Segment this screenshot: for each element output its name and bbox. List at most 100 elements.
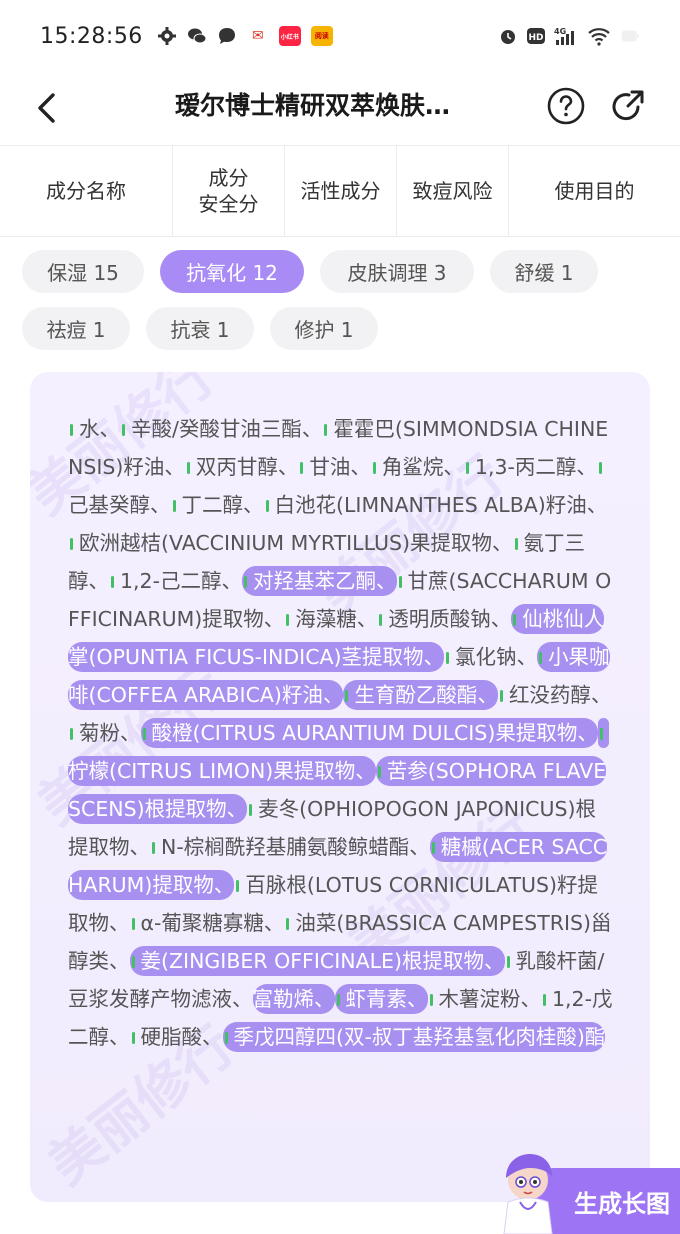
app-icon-reader: 阅读 bbox=[310, 26, 333, 46]
ingredient-item[interactable]: 海藻糖、 bbox=[284, 607, 377, 631]
safety-dot-icon bbox=[300, 462, 304, 474]
ingredient-item[interactable]: 硬脂酸、 bbox=[130, 1025, 223, 1049]
chip-soothing[interactable]: 舒缓 1 bbox=[490, 250, 598, 293]
ingredient-item[interactable]: 角鲨烷、 bbox=[371, 455, 464, 479]
ingredient-item[interactable]: 姜(ZINGIBER OFFICINALE)根提取物、 bbox=[129, 946, 505, 976]
separator: 、 bbox=[490, 607, 512, 631]
safety-dot-icon bbox=[131, 1032, 135, 1044]
ingredient-name: 硬脂酸 bbox=[140, 1025, 203, 1049]
safety-dot-icon bbox=[465, 462, 469, 474]
column-safety-score[interactable]: 成分 安全分 bbox=[173, 146, 285, 236]
ingredient-item[interactable]: 对羟基苯乙酮、 bbox=[242, 566, 397, 596]
ingredient-name: 角鲨烷 bbox=[381, 455, 444, 479]
ingredient-name: 酸橙(CITRUS AURANTIUM DULCIS)果提取物 bbox=[151, 721, 578, 745]
safety-dot-icon bbox=[286, 614, 290, 626]
safety-dot-icon bbox=[543, 994, 546, 1006]
separator: 、 bbox=[576, 455, 597, 479]
chip-acne[interactable]: 祛痘 1 bbox=[22, 307, 130, 350]
help-button[interactable] bbox=[546, 86, 586, 126]
chip-skin-conditioning[interactable]: 皮肤调理 3 bbox=[320, 250, 474, 293]
ingredient-item[interactable]: 1,3-丙二醇、 bbox=[464, 455, 597, 479]
chip-antioxidant[interactable]: 抗氧化 12 bbox=[160, 250, 304, 293]
chip-anti-aging[interactable]: 抗衰 1 bbox=[146, 307, 254, 350]
ingredient-item[interactable]: 欧洲越桔(VACCINIUM MYRTILLUS)果提取物、 bbox=[68, 531, 513, 555]
ingredient-item[interactable]: 虾青素、 bbox=[334, 984, 428, 1014]
separator: 、 bbox=[263, 607, 285, 631]
ingredient-name: 己基癸醇 bbox=[68, 493, 150, 517]
column-ingredient-name[interactable]: 成分名称 bbox=[0, 146, 173, 236]
separator: 、 bbox=[277, 455, 299, 479]
safety-dot-icon bbox=[265, 500, 269, 512]
ingredient-item[interactable]: 甘油、 bbox=[298, 455, 371, 479]
separator: 、 bbox=[477, 683, 498, 707]
ingredient-item[interactable]: α-葡聚糖寡糖、 bbox=[130, 911, 284, 935]
gear-icon bbox=[157, 27, 176, 45]
safety-dot-icon bbox=[336, 994, 340, 1006]
ingredient-name: 1,3-丙二醇 bbox=[474, 455, 577, 479]
separator: 、 bbox=[376, 569, 397, 593]
ingredient-list: 水、 辛酸/癸酸甘油三酯、 霍霍巴(SIMMONDSIA CHINENSIS)籽油、… bbox=[68, 410, 616, 1056]
column-purpose[interactable]: 使用目的 bbox=[509, 146, 680, 236]
ingredient-item[interactable]: 季戊四醇四(双-叔丁基羟基氢化肉桂酸)酯 bbox=[222, 1022, 606, 1052]
safety-dot-icon bbox=[70, 728, 73, 740]
share-icon bbox=[612, 90, 644, 121]
ingredient-item[interactable]: 丁二醇、 bbox=[171, 493, 264, 517]
ingredient-item[interactable]: 氯化钠、 bbox=[444, 645, 537, 669]
safety-dot-icon bbox=[324, 424, 328, 436]
ingredient-name: 透明质酸钠 bbox=[388, 607, 491, 631]
generate-long-image-button[interactable]: 生成长图 bbox=[490, 1150, 680, 1234]
alarm-icon bbox=[501, 30, 515, 44]
back-button[interactable] bbox=[26, 86, 66, 130]
ingredient-name: 水 bbox=[79, 417, 100, 441]
ingredient-name: 白池花(LIMNANTHES ALBA)籽油 bbox=[274, 493, 587, 517]
safety-dot-icon bbox=[431, 842, 435, 854]
wechat-icon bbox=[187, 28, 207, 44]
ingredient-item[interactable]: 白池花(LIMNANTHES ALBA)籽油、 bbox=[264, 493, 607, 517]
separator: 、 bbox=[356, 607, 378, 631]
ingredient-item[interactable]: 生育酚乙酸酯、 bbox=[343, 680, 498, 710]
ingredient-name: 丁二醇 bbox=[181, 493, 244, 517]
ingredient-item[interactable]: 1,2-己二醇、 bbox=[109, 569, 242, 593]
ingredient-item[interactable]: 菊粉、 bbox=[68, 721, 141, 745]
safety-dot-icon bbox=[506, 956, 510, 968]
safety-dot-icon bbox=[379, 614, 383, 626]
safety-dot-icon bbox=[539, 652, 543, 664]
separator: 、 bbox=[150, 493, 171, 517]
separator: 、 bbox=[355, 759, 376, 783]
ingredient-name: 双丙甘醇 bbox=[195, 455, 278, 479]
ingredient-item[interactable]: 透明质酸钠、 bbox=[377, 607, 511, 631]
ingredient-name: 欧洲越桔(VACCINIUM MYRTILLUS)果提取物 bbox=[79, 531, 493, 555]
column-header-row: 成分名称 成分 安全分 活性成分 致痘风险 使用目的 bbox=[0, 145, 680, 237]
column-acne-risk[interactable]: 致痘风险 bbox=[397, 146, 509, 236]
ingredient-item[interactable]: 双丙甘醇、 bbox=[185, 455, 299, 479]
chip-repair[interactable]: 修护 1 bbox=[270, 307, 378, 350]
separator: 、 bbox=[516, 645, 538, 669]
wifi-icon bbox=[588, 28, 610, 46]
column-active-ingredient[interactable]: 活性成分 bbox=[285, 146, 397, 236]
safety-dot-icon bbox=[224, 1032, 228, 1044]
ingredient-item[interactable]: N-棕榈酰羟基脯氨酸鲸蜡酯、 bbox=[150, 835, 430, 859]
safety-dot-icon bbox=[598, 462, 602, 474]
ingredient-item[interactable]: 酸橙(CITRUS AURANTIUM DULCIS)果提取物、 bbox=[140, 718, 598, 748]
separator: 、 bbox=[213, 873, 235, 897]
safety-dot-icon bbox=[514, 538, 518, 550]
safety-dot-icon bbox=[377, 766, 381, 778]
separator: 、 bbox=[443, 455, 464, 479]
ingredient-item[interactable]: 红没药醇、 bbox=[498, 683, 611, 707]
separator: 、 bbox=[423, 645, 445, 669]
status-icons-left: ✉ 小红书 阅读 bbox=[157, 26, 333, 46]
separator: 、 bbox=[409, 835, 430, 859]
safety-dot-icon bbox=[286, 918, 290, 930]
chip-moisturizing[interactable]: 保湿 15 bbox=[22, 250, 144, 293]
ingredient-item[interactable]: 富勒烯、 bbox=[252, 984, 335, 1014]
ingredient-name: 木薯淀粉 bbox=[438, 987, 521, 1011]
question-circle-icon bbox=[547, 87, 585, 125]
ingredient-item[interactable]: 辛酸/癸酸甘油三酯、 bbox=[120, 417, 322, 441]
ingredient-item[interactable]: 木薯淀粉、 bbox=[428, 987, 542, 1011]
share-button[interactable] bbox=[608, 86, 648, 126]
safety-dot-icon bbox=[70, 424, 73, 436]
separator: 、 bbox=[520, 987, 542, 1011]
ingredient-item[interactable]: 水、 bbox=[68, 417, 120, 441]
status-bar: 15:28:56 ✉ 小红书 阅读 HD 4G bbox=[0, 0, 680, 72]
safety-dot-icon bbox=[111, 576, 114, 588]
